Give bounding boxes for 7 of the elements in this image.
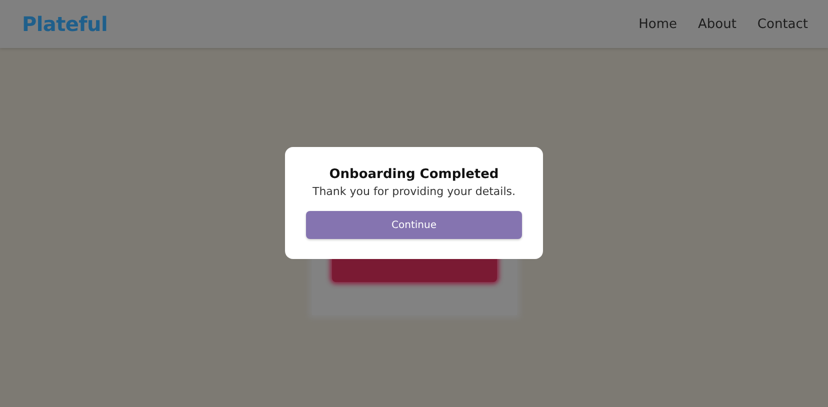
logo: Plateful <box>22 12 108 36</box>
continue-button[interactable]: Continue <box>306 211 522 239</box>
nav-link[interactable]: About <box>698 16 736 32</box>
nav-link[interactable]: Contact <box>757 16 808 32</box>
nav-link[interactable]: Home <box>638 16 677 32</box>
dialog-title: Onboarding Completed <box>329 167 499 182</box>
dialog-message: Thank you for providing your details. <box>312 185 516 198</box>
